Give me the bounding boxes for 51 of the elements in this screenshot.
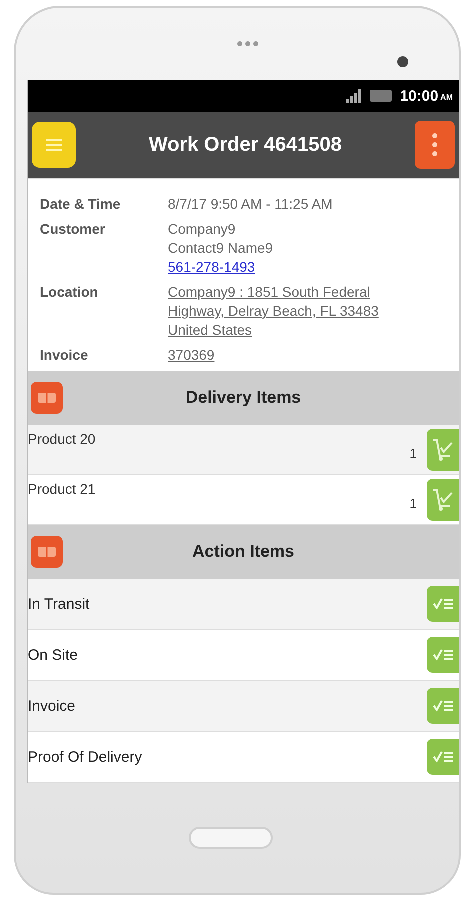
- more-options-icon: [432, 133, 438, 157]
- cart-check-icon: [432, 438, 454, 462]
- product-name: Product 21: [28, 480, 97, 497]
- cart-check-icon: [432, 488, 454, 512]
- checklist-button[interactable]: [427, 688, 459, 724]
- detail-label: Customer: [40, 220, 106, 239]
- action-name: On Site: [28, 646, 80, 664]
- action-name: Invoice: [28, 698, 77, 714]
- more-options-button[interactable]: [415, 121, 455, 169]
- detail-link[interactable]: Company9 : 1851 South Federal: [168, 283, 370, 302]
- phone-link[interactable]: 561-278-1493: [168, 258, 256, 277]
- action-row[interactable]: Invoice: [28, 681, 459, 732]
- section-title: Action Items: [191, 542, 296, 562]
- menu-button[interactable]: [32, 122, 76, 168]
- action-name: Proof Of Delivery: [28, 748, 144, 766]
- signal-icon: [346, 89, 362, 103]
- home-button[interactable]: [189, 827, 273, 849]
- checklist-icon: [433, 699, 453, 713]
- clock-time: 10:00: [400, 88, 439, 104]
- card-icon: [31, 382, 63, 414]
- checklist-icon: [433, 597, 453, 611]
- camera-icon: [397, 56, 409, 68]
- checklist-icon: [433, 648, 453, 662]
- card-icon: [31, 536, 63, 568]
- detail-link[interactable]: Highway, Delray Beach, FL 33483: [168, 302, 379, 321]
- speaker-icon: [237, 41, 259, 47]
- cart-check-button[interactable]: [427, 429, 459, 471]
- detail-label: Date & Time: [40, 195, 122, 214]
- menu-icon: [46, 138, 62, 152]
- detail-link[interactable]: United States: [168, 321, 252, 340]
- section-title: Delivery Items: [184, 388, 302, 408]
- cart-check-button[interactable]: [427, 479, 459, 521]
- checklist-button[interactable]: [427, 739, 459, 775]
- screen-title: Work Order 4641508: [148, 134, 344, 156]
- detail-link[interactable]: 370369: [168, 346, 215, 365]
- detail-value: 8/7/17 9:50 AM - 11:25 AM: [168, 195, 333, 214]
- action-row[interactable]: In Transit: [28, 579, 459, 630]
- action-name: In Transit: [28, 596, 91, 612]
- product-quantity: 1: [410, 496, 417, 511]
- clock-meridiem: AM: [440, 92, 453, 102]
- checklist-button[interactable]: [427, 586, 459, 622]
- product-name: Product 20: [28, 430, 97, 447]
- detail-value: Company9: [168, 220, 236, 239]
- product-quantity: 1: [410, 446, 417, 461]
- checklist-button[interactable]: [427, 637, 459, 673]
- product-row[interactable]: Product 20 1: [28, 425, 459, 475]
- battery-icon: [370, 90, 392, 102]
- detail-value: Contact9 Name9: [168, 239, 274, 258]
- checklist-icon: [433, 750, 453, 764]
- detail-label: Invoice: [40, 346, 90, 365]
- detail-label: Location: [40, 283, 100, 302]
